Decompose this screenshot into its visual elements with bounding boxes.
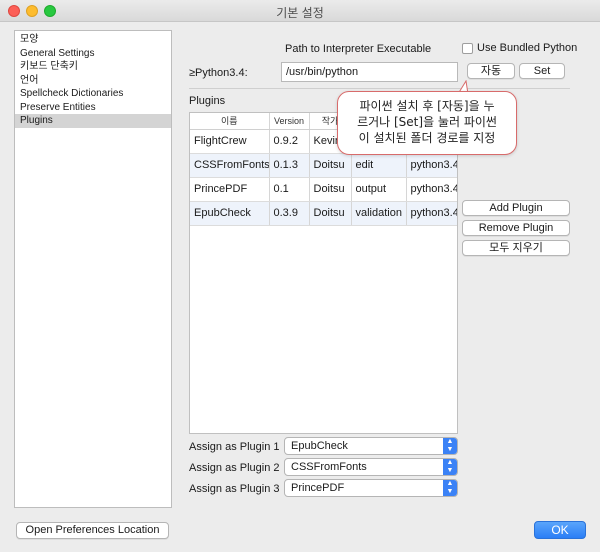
sidebar-item-general-settings[interactable]: General Settings <box>15 47 171 61</box>
preferences-sidebar: 모양 General Settings 키보드 단축키 언어 Spellchec… <box>14 30 172 508</box>
set-path-button[interactable]: Set <box>519 63 565 79</box>
sidebar-item-language[interactable]: 언어 <box>15 74 171 88</box>
plugin-version-cell: 0.9.2 <box>269 129 310 154</box>
sidebar-item-preserve-entities[interactable]: Preserve Entities <box>15 101 171 115</box>
add-plugin-button[interactable]: Add Plugin <box>462 200 570 216</box>
plugin-type-cell: validation <box>351 201 407 226</box>
chevron-up-down-icon: ▲ ▼ <box>443 459 457 475</box>
help-tooltip: 파이썬 설치 후 [자동]을 누 르거나 [Set]을 눌러 파이썬 이 설치된… <box>337 91 517 155</box>
plugin-name-cell: EpubCheck <box>190 201 270 226</box>
plugin-version-cell: 0.1 <box>269 177 310 202</box>
assign-plugin-1-label: Assign as Plugin 1 <box>189 441 280 453</box>
title-bar: 기본 설정 <box>0 0 600 22</box>
plugin-version-cell: 0.1.3 <box>269 153 310 178</box>
plugin-version-cell: 0.3.9 <box>269 201 310 226</box>
chevron-up-down-icon: ▲ ▼ <box>443 480 457 496</box>
assign-plugin-3-value: PrincePDF <box>291 482 345 494</box>
tooltip-line: 파이썬 설치 후 [자동]을 누 <box>359 99 495 113</box>
interpreter-path-field[interactable]: /usr/bin/python <box>281 62 458 82</box>
column-header-name[interactable]: 이름 <box>190 113 270 130</box>
plugin-engine-cell: python3.4 <box>406 201 457 226</box>
table-row[interactable]: PrincePDF 0.1 Doitsu output python3.4 <box>190 177 457 202</box>
tooltip-line: 이 설치된 폴더 경로를 지정 <box>358 131 496 145</box>
plugin-engine-cell: python3.4 <box>406 153 457 178</box>
sidebar-item-keyboard-shortcuts[interactable]: 키보드 단축키 <box>15 60 171 74</box>
use-bundled-python-checkbox[interactable] <box>462 43 473 54</box>
python-version-label: ≥Python3.4: <box>189 67 248 79</box>
plugin-type-cell: output <box>351 177 407 202</box>
remove-plugin-button[interactable]: Remove Plugin <box>462 220 570 236</box>
plugins-section-title: Plugins <box>189 95 226 107</box>
sidebar-item-plugins[interactable]: Plugins <box>15 114 171 128</box>
assign-plugin-2-select[interactable]: CSSFromFonts ▲ ▼ <box>284 458 458 476</box>
plugin-name-cell: CSSFromFonts <box>190 153 270 178</box>
plugin-author-cell: Doitsu <box>309 201 352 226</box>
plugin-author-cell: Doitsu <box>309 153 352 178</box>
plugin-name-cell: FlightCrew <box>190 129 270 154</box>
use-bundled-python-label: Use Bundled Python <box>477 42 578 54</box>
chevron-up-down-icon: ▲ ▼ <box>443 438 457 454</box>
plugin-name-cell: PrincePDF <box>190 177 270 202</box>
ok-button[interactable]: OK <box>534 521 586 539</box>
tooltip-line: 르거나 [Set]을 눌러 파이썬 <box>357 115 497 129</box>
column-header-version[interactable]: Version <box>269 113 310 130</box>
section-divider <box>189 88 570 89</box>
plugin-author-cell: Doitsu <box>309 177 352 202</box>
assign-plugin-3-label: Assign as Plugin 3 <box>189 483 280 495</box>
open-preferences-location-button[interactable]: Open Preferences Location <box>16 522 169 539</box>
table-row[interactable]: CSSFromFonts 0.1.3 Doitsu edit python3.4 <box>190 153 457 178</box>
sidebar-item-spellcheck[interactable]: Spellcheck Dictionaries <box>15 87 171 101</box>
assign-plugin-2-value: CSSFromFonts <box>291 461 367 473</box>
window-title: 기본 설정 <box>276 6 324 20</box>
sidebar-item-appearance[interactable]: 모양 <box>15 33 171 47</box>
plugin-type-cell: edit <box>351 153 407 178</box>
assign-plugin-3-select[interactable]: PrincePDF ▲ ▼ <box>284 479 458 497</box>
table-row[interactable]: EpubCheck 0.3.9 Doitsu validation python… <box>190 201 457 226</box>
assign-plugin-2-label: Assign as Plugin 2 <box>189 462 280 474</box>
plugin-engine-cell: python3.4 <box>406 177 457 202</box>
assign-plugin-1-value: EpubCheck <box>291 440 348 452</box>
clear-all-button[interactable]: 모두 지우기 <box>462 240 570 256</box>
auto-detect-button[interactable]: 자동 <box>467 63 515 79</box>
interpreter-path-header: Path to Interpreter Executable <box>285 43 432 55</box>
assign-plugin-1-select[interactable]: EpubCheck ▲ ▼ <box>284 437 458 455</box>
plugins-table[interactable]: 이름 Version 작가 FlightCrew 0.9.2 Kevin CSS… <box>189 112 458 434</box>
